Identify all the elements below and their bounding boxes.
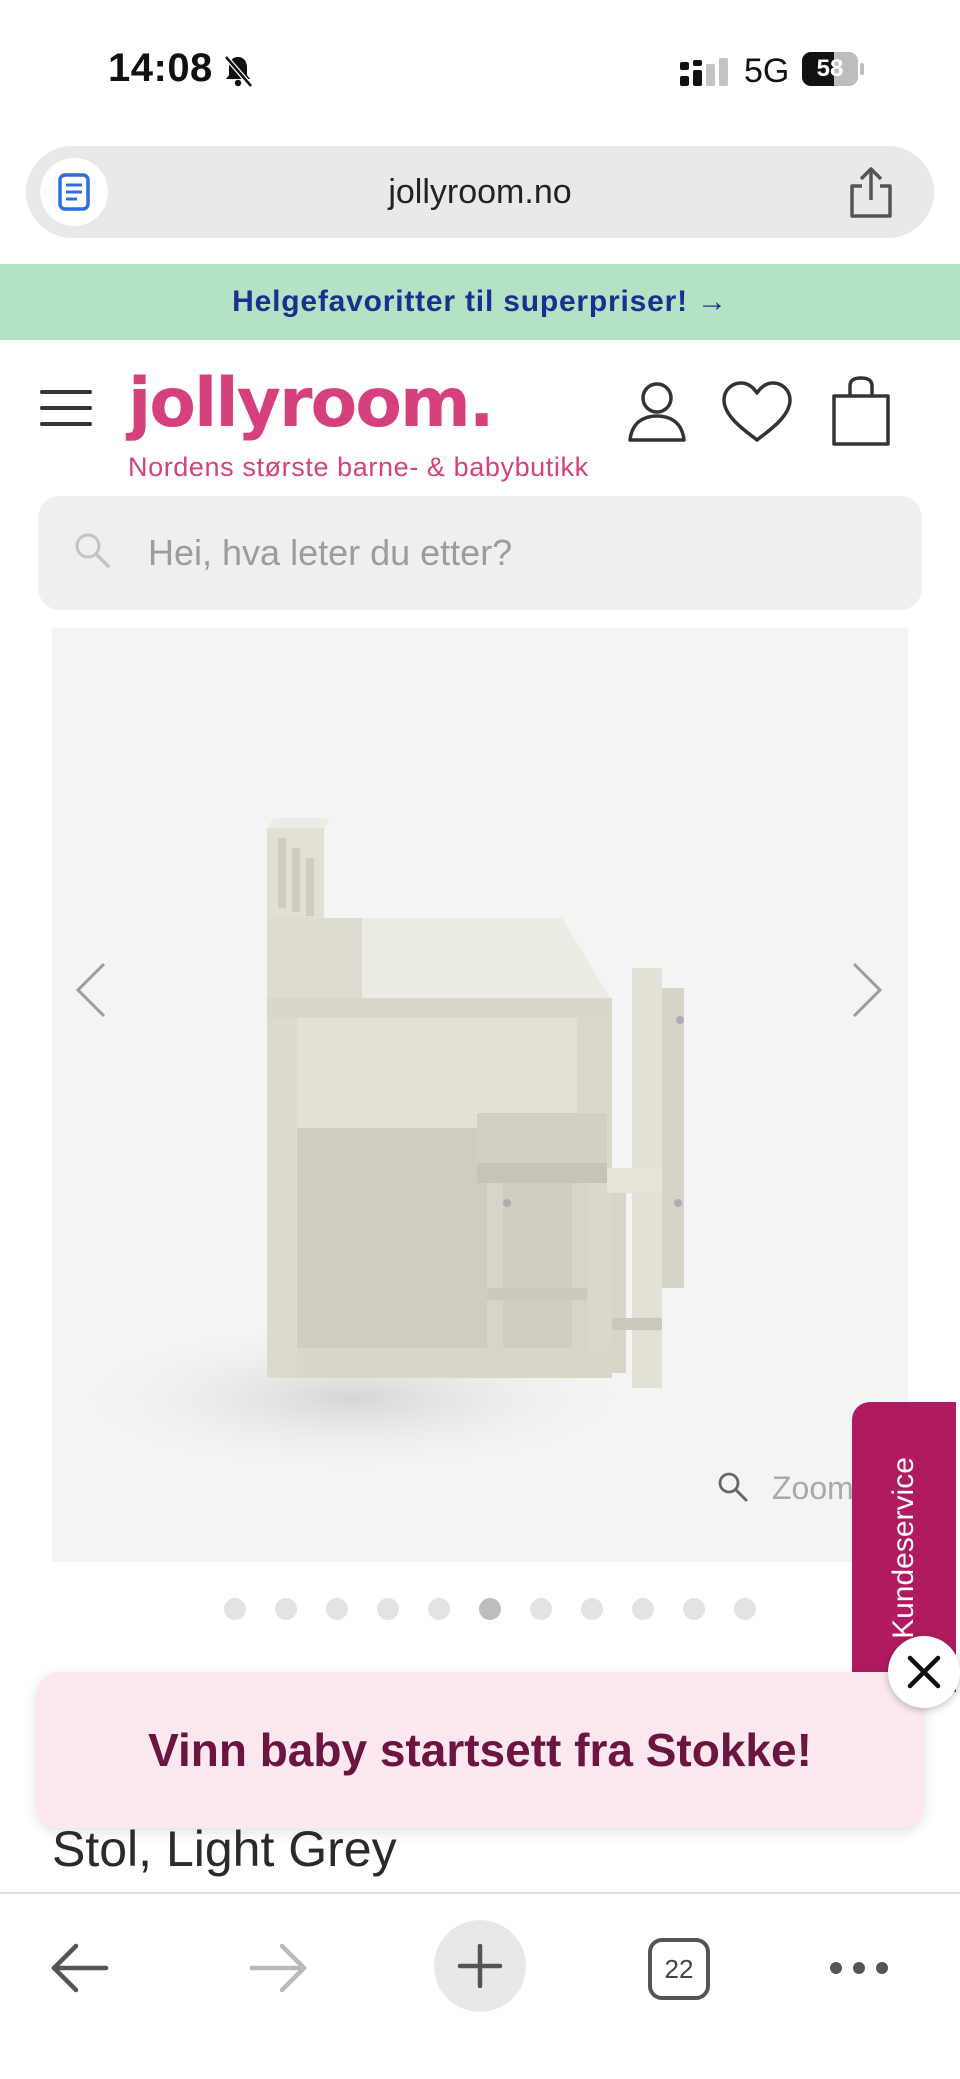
new-tab-button[interactable] (434, 1920, 526, 2012)
close-icon (907, 1655, 941, 1689)
tagline: Nordens største barne- & babybutikk (128, 452, 589, 482)
forward-icon[interactable] (246, 1940, 310, 1996)
popup-text[interactable]: Vinn baby startsett fra Stokke! (148, 1723, 812, 1777)
cart-icon[interactable] (830, 376, 892, 448)
carousel-dot[interactable] (581, 1598, 603, 1620)
product-title: Stol, Light Grey (52, 1821, 397, 1877)
account-icon[interactable] (626, 380, 688, 442)
desk-chair-image (52, 818, 684, 1478)
browser-toolbar: 22 (0, 1892, 960, 2079)
carousel-dot[interactable] (632, 1598, 654, 1620)
promo-banner[interactable]: Helgefavoritter til superpriser! → (0, 264, 960, 340)
customer-service-label[interactable]: Kundeservice (887, 1457, 921, 1639)
carousel-dot[interactable] (530, 1598, 552, 1620)
zoom-label[interactable]: Zoom (772, 1470, 854, 1507)
network-label: 5G (744, 52, 790, 90)
carousel-dot[interactable] (428, 1598, 450, 1620)
carousel-dot[interactable] (326, 1598, 348, 1620)
chevron-left-icon[interactable] (72, 960, 112, 1020)
status-bar: 14:08 5G 58 (0, 0, 960, 140)
search-icon (75, 533, 110, 568)
close-button[interactable] (888, 1636, 960, 1708)
plus-icon (457, 1943, 503, 1989)
chevron-right-icon[interactable] (846, 960, 886, 1020)
share-icon[interactable] (846, 166, 896, 220)
url-text[interactable]: jollyroom.no (26, 146, 934, 238)
url-bar[interactable]: jollyroom.no (26, 146, 934, 238)
zoom-icon (718, 1472, 748, 1502)
search-input[interactable]: Hei, hva leter du etter? (38, 496, 922, 610)
carousel-dot[interactable] (479, 1598, 501, 1620)
tab-count: 22 (664, 1953, 694, 1984)
battery-percent: 58 (816, 55, 844, 82)
back-icon[interactable] (48, 1940, 112, 1996)
carousel-dot[interactable] (377, 1598, 399, 1620)
promo-text[interactable]: Helgefavoritter til superpriser! → (232, 285, 728, 319)
menu-icon[interactable] (40, 388, 92, 428)
tabs-button[interactable]: 22 (648, 1938, 710, 2000)
carousel-dot[interactable] (683, 1598, 705, 1620)
search-placeholder[interactable]: Hei, hva leter du etter? (148, 496, 512, 610)
reader-icon[interactable] (40, 158, 108, 226)
carousel-dot[interactable] (224, 1598, 246, 1620)
carousel-dots (224, 1598, 756, 1622)
carousel-dot[interactable] (734, 1598, 756, 1620)
heart-icon[interactable] (720, 380, 794, 444)
promo-popup[interactable]: Vinn baby startsett fra Stokke! (36, 1672, 924, 1828)
logo[interactable]: jollyroom. (128, 364, 495, 443)
signal-icon (680, 58, 728, 86)
more-icon[interactable] (828, 1958, 890, 1978)
product-image[interactable] (52, 628, 908, 1562)
zoom-button[interactable]: Zoom (716, 1466, 856, 1516)
battery-icon: 58 (802, 52, 864, 86)
status-time: 14:08 (108, 46, 213, 90)
carousel-dot[interactable] (275, 1598, 297, 1620)
bell-muted-icon (224, 55, 253, 88)
